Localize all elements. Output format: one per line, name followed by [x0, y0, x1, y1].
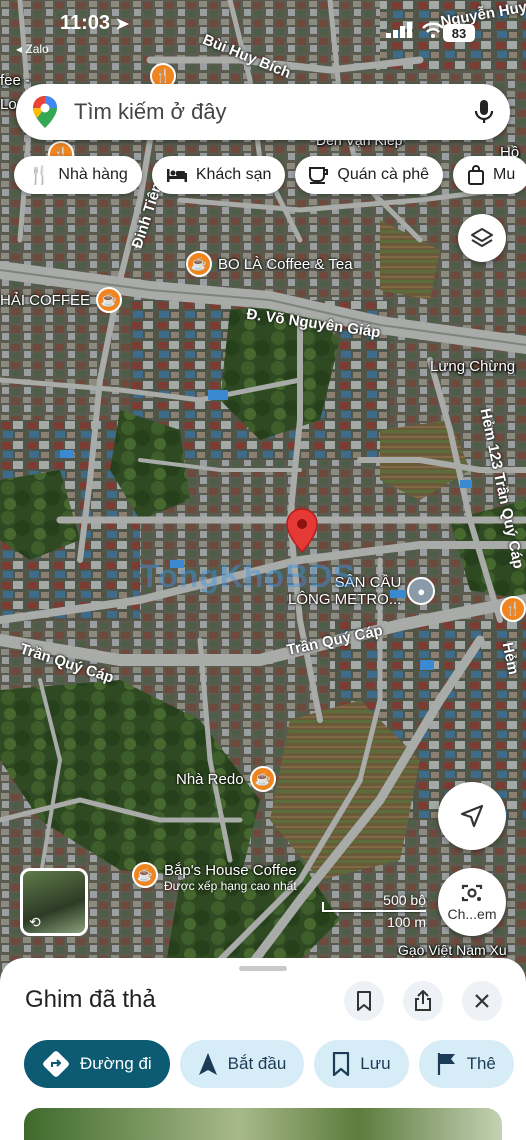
street-view-thumbnail[interactable]: ⟲	[20, 868, 88, 936]
poi-label: HẢI COFFEE	[0, 291, 91, 309]
restaurant-icon: 🍴	[28, 164, 51, 185]
search-input[interactable]: Tìm kiếm ở đây	[74, 99, 474, 125]
layers-button[interactable]	[458, 214, 506, 262]
action-label: Bắt đầu	[227, 1054, 287, 1073]
chip-coffee[interactable]: Quán cà phê	[295, 156, 444, 194]
bookmark-icon	[333, 1052, 350, 1076]
bookmark-icon	[357, 991, 371, 1011]
place-label-lo: Lo	[0, 96, 17, 113]
map-scale: 500 bộ 100 m	[318, 892, 430, 932]
poi-sublabel: Được xếp hạng cao nhất	[164, 879, 297, 893]
scale-imperial: 500 bộ	[383, 892, 426, 908]
maps-logo-icon	[33, 96, 57, 128]
search-this-area-lens-button[interactable]: Ch...em	[438, 868, 506, 936]
battery-indicator: 83	[443, 24, 475, 42]
place-photo-preview[interactable]	[24, 1108, 502, 1140]
poi-label-group: Bắp's House Coffee Được xếp hạng cao nhấ…	[164, 862, 297, 893]
sheet-title: Ghim đã thả	[25, 986, 156, 1013]
poi-bo-la-coffee[interactable]: ☕ BO LÀ Coffee & Tea	[186, 251, 353, 277]
satellite-imagery	[0, 0, 526, 1000]
poi-restaurant-right[interactable]: 🍴	[500, 596, 526, 622]
coffee-icon: ☕	[96, 287, 123, 313]
share-button[interactable]	[403, 981, 443, 1021]
close-button[interactable]	[462, 981, 502, 1021]
shopping-icon	[468, 165, 485, 185]
place-label-fee: fee -	[0, 72, 31, 89]
coffee-icon: ☕	[186, 251, 212, 277]
wifi-icon	[422, 22, 444, 38]
poi-baps-house-coffee[interactable]: ☕ Bắp's House Coffee Được xếp hạng cao n…	[132, 862, 297, 893]
coffee-icon: ☕	[249, 766, 276, 792]
satellite-map[interactable]: Bùi Huy Bích Nguyễn Huy Đinh Tiên H Đ. V…	[0, 0, 526, 1000]
navigation-arrow-icon	[198, 1053, 217, 1075]
chip-label: Mu	[493, 166, 516, 183]
directions-button[interactable]: Đường đi	[24, 1040, 170, 1088]
restaurant-icon: 🍴	[500, 596, 526, 622]
scale-line	[322, 910, 426, 912]
status-time: 11:03 ➤	[60, 12, 129, 35]
back-to-app[interactable]: ◂ Zalo	[16, 42, 49, 56]
signal-icon	[386, 22, 412, 38]
share-icon	[415, 990, 431, 1011]
maps-screen: Bùi Huy Bích Nguyễn Huy Đinh Tiên H Đ. V…	[0, 0, 526, 1140]
microphone-icon[interactable]	[474, 99, 494, 125]
lens-button-label: Ch...em	[447, 906, 497, 922]
poi-nha-redo[interactable]: ☕ Nhà Redo	[176, 766, 276, 792]
poi-label: Nhà Redo	[176, 770, 244, 788]
coffee-icon: ☕	[132, 862, 158, 888]
chip-label: Quán cà phê	[337, 166, 430, 183]
add-label-button[interactable]: Thê	[418, 1040, 514, 1088]
save-bookmark-button[interactable]	[344, 981, 384, 1021]
chip-hotels[interactable]: Khách sạn	[151, 156, 286, 194]
poi-label: Bắp's House Coffee	[164, 862, 297, 879]
chip-restaurants[interactable]: 🍴 Nhà hàng	[14, 156, 142, 194]
location-icon: ●	[407, 577, 436, 605]
layers-icon	[471, 228, 493, 247]
flag-icon	[437, 1053, 455, 1075]
chip-shopping[interactable]: Mu	[453, 156, 526, 194]
sheet-drag-handle[interactable]	[239, 966, 287, 971]
poi-label: BO LÀ Coffee & Tea	[218, 255, 353, 273]
category-chips: 🍴 Nhà hàng Khách sạn Quán cà phê Mu	[14, 156, 526, 194]
action-buttons: Đường đi Bắt đầu Lưu Thê	[24, 1040, 514, 1088]
dropped-pin-icon[interactable]	[285, 508, 319, 554]
bottom-sheet[interactable]: Ghim đã thả Đường đi Bắt đầu Lưu Thê	[0, 958, 526, 1140]
place-label-luong-chung: Lưng Chừng	[430, 358, 516, 375]
navigation-arrow-icon	[460, 804, 484, 828]
chip-label: Nhà hàng	[58, 166, 128, 183]
scale-metric: 100 m	[387, 914, 426, 930]
status-icons	[386, 22, 444, 38]
search-bar[interactable]: Tìm kiếm ở đây	[16, 84, 510, 140]
my-location-button[interactable]	[438, 782, 506, 850]
hotel-icon	[166, 169, 187, 182]
action-label: Lưu	[360, 1054, 391, 1073]
start-navigation-button[interactable]: Bắt đầu	[179, 1040, 305, 1088]
coffee-icon	[309, 167, 329, 184]
chip-label: Khách sạn	[195, 166, 272, 183]
poi-hai-coffee[interactable]: ☕ HẢI COFFEE	[0, 287, 123, 313]
save-button[interactable]: Lưu	[314, 1040, 409, 1088]
directions-icon	[43, 1051, 69, 1077]
action-label: Thê	[466, 1054, 496, 1073]
location-arrow-icon: ➤	[115, 16, 130, 33]
watermark: TongKhoBDS	[140, 558, 356, 594]
close-icon	[475, 994, 489, 1008]
rotate-360-icon: ⟲	[29, 914, 41, 930]
action-label: Đường đi	[80, 1054, 152, 1073]
clock: 11:03	[60, 12, 111, 34]
lens-camera-icon	[461, 884, 483, 902]
place-label-gao-viet-nam: Gạo Việt Nam Xu	[398, 942, 507, 958]
scale-tick	[322, 902, 324, 912]
